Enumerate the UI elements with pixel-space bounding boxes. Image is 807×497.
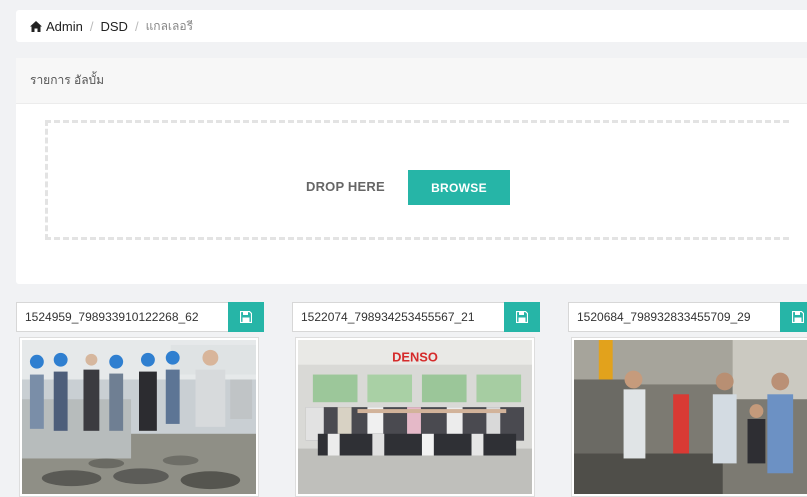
save-icon: [792, 311, 804, 323]
save-icon: [516, 311, 528, 323]
denso-sign: DENSO: [392, 350, 438, 365]
filename-input[interactable]: 1522074_798934253455567_21: [292, 302, 504, 332]
drop-here-label: DROP HERE: [306, 179, 385, 194]
save-icon: [240, 311, 252, 323]
machine-inspection-photo: [574, 340, 807, 494]
factory-visit-photo: [22, 340, 256, 494]
breadcrumb-dsd-link[interactable]: DSD: [100, 19, 127, 34]
gallery-card: 1524959_798933910122268_62: [16, 302, 264, 497]
breadcrumb-separator: /: [134, 18, 139, 34]
panel-title: รายการ อัลบั้ม: [16, 58, 807, 104]
filename-input[interactable]: 1524959_798933910122268_62: [16, 302, 228, 332]
home-icon: [30, 20, 42, 32]
breadcrumb-current: แกลเลอรี: [145, 18, 194, 33]
save-button[interactable]: [504, 302, 540, 332]
photo-thumbnail[interactable]: [19, 337, 259, 497]
save-button[interactable]: [228, 302, 264, 332]
breadcrumb-admin-link[interactable]: Admin: [46, 19, 83, 34]
filename-input[interactable]: 1520684_798932833455709_29: [568, 302, 780, 332]
breadcrumb-separator: /: [89, 18, 94, 34]
breadcrumb: Admin / DSD / แกลเลอรี: [16, 10, 807, 42]
gallery-card: 1522074_798934253455567_21 DENSO: [292, 302, 540, 497]
gallery-card: 1520684_798932833455709_29: [568, 302, 807, 497]
photo-thumbnail[interactable]: DENSO: [295, 337, 535, 497]
browse-button[interactable]: BROWSE: [408, 170, 510, 205]
group-photo: DENSO: [298, 340, 532, 494]
photo-thumbnail[interactable]: [571, 337, 807, 497]
save-button[interactable]: [780, 302, 807, 332]
